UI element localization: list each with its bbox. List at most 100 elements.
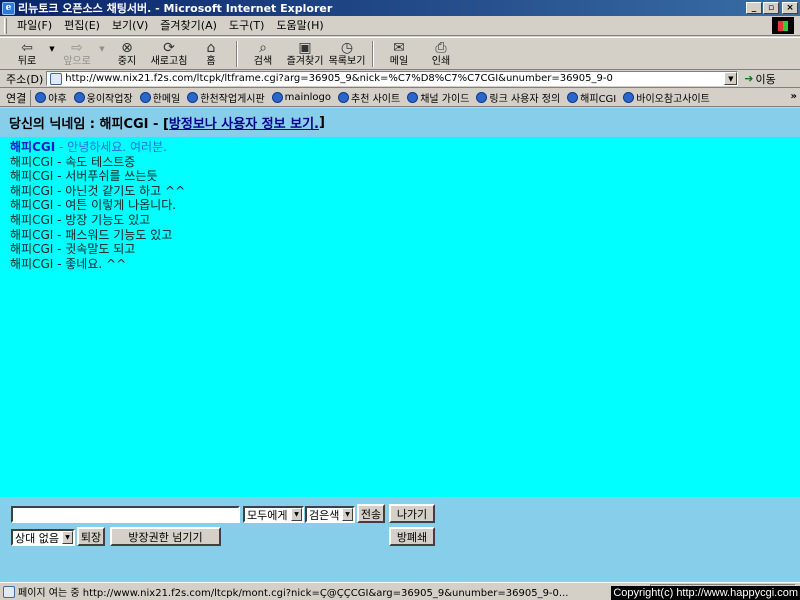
chat-message: 해피CGI - 여튼 이렇게 나옵니다. (10, 198, 800, 213)
link-item[interactable]: 바이오참고사이트 (621, 90, 715, 105)
link-label: 링크 사용자 정의 (489, 94, 561, 105)
link-label: mainlogo (284, 92, 332, 103)
stop-button[interactable]: ⊗ 중지 (106, 38, 148, 69)
mail-button[interactable]: ✉ 메일 (378, 38, 420, 69)
message-text: - 패스워드 기능도 있고 (53, 227, 173, 242)
forward-button[interactable]: ⇨ 앞으로 (56, 38, 98, 69)
refresh-button[interactable]: ⟳ 새로고침 (148, 38, 190, 69)
restore-button[interactable]: ▫ (763, 2, 779, 14)
menu-favorites[interactable]: 즐겨찾기(A) (154, 17, 223, 35)
favorites-button[interactable]: ▣ 즐겨찾기 (284, 38, 326, 69)
link-item[interactable]: 야후 (33, 90, 71, 105)
menu-tools[interactable]: 도구(T) (223, 17, 271, 35)
exit-button[interactable]: 나가기 (389, 504, 435, 523)
forward-arrow-icon: ⇨ (71, 40, 83, 56)
page-icon (50, 72, 63, 85)
link-item[interactable]: 추천 사이트 (336, 90, 405, 105)
room-info-link[interactable]: 방정보나 사용자 정보 보기. (169, 113, 319, 132)
message-text: - 방장 기능도 있고 (53, 212, 151, 227)
ie-link-icon (407, 92, 419, 103)
standard-toolbar: ⇦ 뒤로 ▼ ⇨ 앞으로 ▼ ⊗ 중지 ⟳ 새로고침 ⌂ 홈 ⌕ 검색 ▣ 즐겨… (0, 37, 800, 70)
ie-link-icon (338, 92, 350, 103)
window-titlebar: e 리뉴토크 오픈소스 채팅서버. - Microsoft Internet E… (0, 0, 800, 16)
link-item[interactable]: 한메일 (138, 90, 186, 105)
message-nick: 해피CGI (10, 227, 54, 242)
color-select-arrow-icon[interactable]: ▼ (342, 508, 353, 521)
history-button[interactable]: ◷ 목록보기 (326, 38, 368, 69)
ie-link-icon (187, 92, 199, 103)
message-text: - 귓속말도 되고 (53, 242, 136, 257)
go-button[interactable]: ➜ 이동 (744, 71, 775, 87)
link-item[interactable]: 해피CGI (565, 90, 621, 105)
chat-message: 해피CGI - 속도 테스트중 (10, 155, 800, 170)
mail-icon: ✉ (393, 40, 405, 56)
ie-link-icon (567, 92, 579, 103)
history-label: 목록보기 (328, 56, 366, 67)
message-nick: 해피CGI (10, 256, 54, 271)
address-label: 주소(D) (6, 72, 44, 86)
message-input[interactable] (11, 506, 240, 523)
refresh-icon: ⟳ (163, 40, 175, 56)
ie-link-icon (476, 92, 488, 103)
pass-owner-button[interactable]: 방장권한 넘기기 (110, 527, 221, 546)
menu-help[interactable]: 도움말(H) (270, 17, 329, 35)
chat-message: 해피CGI - 서버푸쉬를 쓰는듯 (10, 169, 800, 184)
menu-grip[interactable] (4, 17, 7, 34)
link-item[interactable]: 한천작업게시판 (185, 90, 269, 105)
nickname-prefix: 당신의 닉네임 : 해피CGI - [ (9, 117, 169, 132)
close-button[interactable]: × (782, 2, 798, 14)
home-icon: ⌂ (206, 40, 216, 56)
forward-label: 앞으로 (63, 56, 91, 67)
link-item[interactable]: 링크 사용자 정의 (474, 90, 565, 105)
chat-message: 해피CGI - 안녕하세요. 여러분. (10, 140, 800, 155)
link-item[interactable]: 웅이작업장 (72, 90, 138, 105)
minimize-button[interactable]: _ (746, 2, 762, 14)
forward-dropdown-icon[interactable]: ▼ (98, 45, 106, 53)
send-button[interactable]: 전송 (357, 504, 385, 523)
menu-view[interactable]: 보기(V) (106, 17, 154, 35)
back-dropdown-icon[interactable]: ▼ (48, 45, 56, 53)
address-dropdown-icon[interactable]: ▼ (724, 72, 738, 85)
message-nick: 해피CGI (10, 140, 56, 154)
menu-edit[interactable]: 편집(E) (58, 17, 106, 35)
menu-file[interactable]: 파일(F) (11, 17, 58, 35)
target-select[interactable]: 모두에게 ▼ (243, 506, 304, 523)
message-nick: 해피CGI (10, 198, 54, 213)
history-icon: ◷ (340, 40, 354, 56)
print-button[interactable]: ⎙ 인쇄 (420, 38, 462, 69)
message-nick: 해피CGI (10, 169, 54, 184)
toolbar-separator (236, 40, 238, 67)
home-button[interactable]: ⌂ 홈 (190, 38, 232, 69)
close-room-button[interactable]: 방폐쇄 (389, 527, 435, 546)
chat-message: 해피CGI - 아닌것 같기도 하고 ^^ (10, 184, 800, 199)
mail-label: 메일 (389, 56, 409, 67)
user-select[interactable]: 상대 없음 ▼ (11, 529, 75, 546)
browser-app-icon[interactable]: e (2, 1, 15, 15)
window-title: 리뉴토크 오픈소스 채팅서버. - Microsoft Internet Exp… (18, 2, 333, 15)
kick-button[interactable]: 퇴장 (77, 527, 105, 546)
message-text: - 서버푸쉬를 쓰는듯 (53, 169, 158, 184)
print-label: 인쇄 (431, 56, 451, 67)
ie-link-icon (139, 92, 151, 103)
search-label: 검색 (253, 56, 273, 67)
address-field[interactable]: http://www.nix21.f2s.com/ltcpk/ltframe.c… (46, 71, 739, 86)
message-nick: 해피CGI (10, 154, 54, 169)
go-label: 이동 (755, 72, 776, 86)
color-select-value: 검은색 (309, 508, 340, 522)
link-label: 야후 (48, 94, 67, 105)
links-more-chevron-icon[interactable]: » (791, 91, 797, 102)
link-item[interactable]: 채널 가이드 (405, 90, 474, 105)
address-url[interactable]: http://www.nix21.f2s.com/ltcpk/ltframe.c… (65, 73, 613, 84)
message-nick: 해피CGI (10, 212, 54, 227)
back-label: 뒤로 (17, 56, 37, 67)
search-button[interactable]: ⌕ 검색 (242, 38, 284, 69)
message-text: - 속도 테스트중 (53, 154, 136, 169)
back-button[interactable]: ⇦ 뒤로 (6, 38, 48, 69)
user-select-value: 상대 없음 (15, 531, 59, 545)
message-text: - 여튼 이렇게 나옵니다. (53, 198, 177, 213)
back-arrow-icon: ⇦ (21, 40, 33, 56)
target-select-arrow-icon[interactable]: ▼ (291, 508, 302, 521)
link-item[interactable]: mainlogo (270, 92, 336, 103)
color-select[interactable]: 검은색 ▼ (305, 506, 355, 523)
user-select-arrow-icon[interactable]: ▼ (62, 531, 73, 544)
